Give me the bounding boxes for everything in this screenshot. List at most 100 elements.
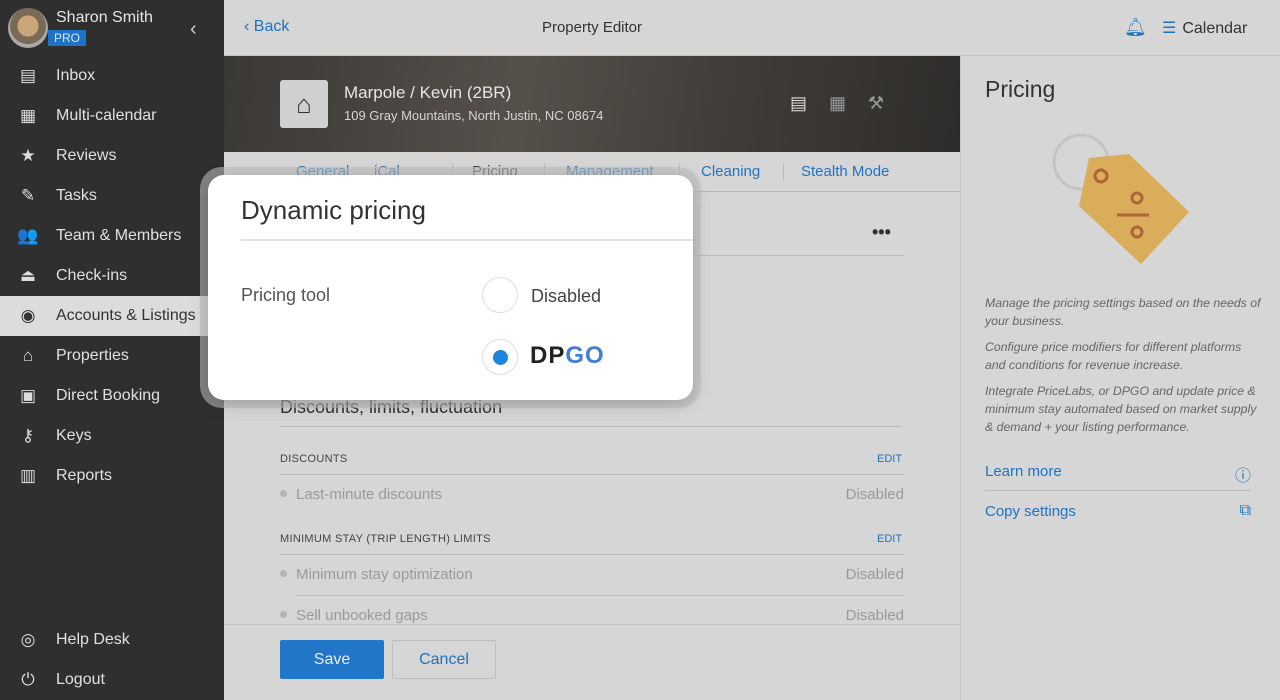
panel-description: Manage the pricing settings based on the… bbox=[985, 296, 1261, 328]
sidebar-item-label: Keys bbox=[56, 427, 92, 444]
discounts-edit-link[interactable]: EDIT bbox=[877, 453, 902, 465]
sidebar-item[interactable]: 👥 Team & Members bbox=[0, 216, 208, 256]
listing-header: ⌂ Marpole / Kevin (2BR) 109 Gray Mountai… bbox=[224, 56, 960, 152]
sidebar-item-label: Help Desk bbox=[56, 631, 130, 648]
setting-value: Disabled bbox=[845, 486, 904, 503]
discounts-caption: DISCOUNTS bbox=[280, 453, 348, 465]
more-options-icon[interactable]: ••• bbox=[872, 222, 891, 243]
option-disabled-label[interactable]: Disabled bbox=[531, 286, 601, 307]
sidebar-item[interactable]: ⚷ Keys bbox=[0, 416, 208, 456]
pricing-tool-label: Pricing tool bbox=[241, 285, 331, 305]
calendar-label: Calendar bbox=[1182, 20, 1248, 37]
bell-desk-icon: ⏏ bbox=[19, 266, 37, 285]
sidebar-item-label: Direct Booking bbox=[56, 387, 161, 404]
notes-icon[interactable]: ▤ bbox=[790, 93, 807, 114]
account-icon: ◉ bbox=[20, 306, 36, 325]
price-tag-icon bbox=[1052, 133, 1189, 264]
radio-disabled[interactable] bbox=[482, 277, 518, 313]
sidebar-item-label: Reports bbox=[56, 467, 113, 484]
footer: Save Cancel bbox=[224, 624, 960, 700]
sidebar-item[interactable]: ★ Reviews bbox=[0, 136, 208, 176]
sidebar-item-label: Team & Members bbox=[56, 227, 182, 244]
calendar-icon: ▦ bbox=[19, 106, 37, 125]
copy-icon: ⧉ bbox=[1239, 502, 1251, 519]
divider bbox=[241, 239, 693, 241]
sidebar-item[interactable]: ◉ Accounts & Listings bbox=[0, 296, 208, 336]
sidebar-item-label: Logout bbox=[56, 671, 105, 688]
divider bbox=[280, 554, 904, 555]
setting-value: Disabled bbox=[845, 566, 904, 583]
dynamic-pricing-popup: Dynamic pricing Pricing tool Disabled DP… bbox=[208, 175, 693, 400]
power-icon: ⏻ bbox=[21, 670, 35, 689]
help-icon: ⓘ bbox=[1234, 468, 1251, 485]
dpgo-logo[interactable]: DPGO bbox=[530, 342, 605, 370]
panel-description: Integrate PriceLabs, or DPGO and update … bbox=[985, 384, 1257, 434]
setting-row: Sell unbooked gaps Disabled bbox=[280, 607, 904, 624]
collapse-sidebar-icon[interactable]: ‹ bbox=[190, 18, 197, 41]
sidebar-item[interactable]: ⏏ Check-ins bbox=[0, 256, 208, 296]
home-icon: ⌂ bbox=[22, 346, 34, 365]
tab[interactable]: Stealth Mode bbox=[801, 163, 889, 180]
panel-title: Pricing bbox=[985, 76, 1056, 102]
home-icon: ⌂ bbox=[280, 80, 328, 128]
sidebar-item-label: Check-ins bbox=[56, 267, 128, 284]
sidebar-item-label: Multi-calendar bbox=[56, 107, 157, 124]
sidebar-item[interactable]: ▣ Direct Booking bbox=[0, 376, 208, 416]
sidebar: Sharon Smith PRO ‹ ▤ Inbox ▦ Multi-calendar… bbox=[0, 0, 224, 700]
min-stay-caption: MINIMUM STAY (TRIP LENGTH) LIMITS bbox=[280, 533, 491, 545]
divider bbox=[985, 490, 1251, 491]
star-icon: ★ bbox=[20, 146, 36, 165]
calendar-search-icon: ☰ bbox=[1162, 20, 1177, 37]
sidebar-item[interactable]: ◎ Help Desk bbox=[0, 620, 208, 660]
calendar-icon[interactable]: ▦ bbox=[829, 93, 846, 114]
paint-roller-icon[interactable]: ⚒ bbox=[868, 93, 884, 114]
learn-more-label: Learn more bbox=[985, 463, 1062, 480]
sidebar-item-label: Inbox bbox=[56, 67, 96, 84]
sidebar-item-label: Properties bbox=[56, 347, 129, 364]
save-button[interactable]: Save bbox=[280, 640, 384, 679]
user-name: Sharon Smith bbox=[56, 9, 153, 26]
cancel-button[interactable]: Cancel bbox=[392, 640, 496, 679]
setting-row: Last-minute discounts Disabled bbox=[280, 486, 904, 503]
setting-label: Minimum stay optimization bbox=[296, 566, 473, 583]
pro-badge: PRO bbox=[48, 30, 87, 46]
sidebar-item-label: Accounts & Listings bbox=[56, 307, 196, 324]
listing-address: 109 Gray Mountains, North Justin, NC 086… bbox=[344, 108, 604, 123]
reports-icon: ▥ bbox=[19, 466, 37, 485]
user-profile[interactable]: Sharon Smith PRO bbox=[8, 8, 153, 48]
bell-icon[interactable]: 🔔︎ bbox=[1124, 17, 1147, 38]
code-window-icon: ▣ bbox=[19, 386, 37, 405]
popup-title: Dynamic pricing bbox=[241, 195, 426, 225]
bullet-icon bbox=[280, 611, 287, 618]
copy-settings-link[interactable]: Copy settings ⧉ bbox=[985, 502, 1251, 520]
tasks-icon: ✎ bbox=[20, 186, 36, 205]
avatar bbox=[8, 8, 48, 48]
key-icon: ⚷ bbox=[21, 426, 35, 445]
setting-row: Minimum stay optimization Disabled bbox=[280, 566, 904, 583]
sidebar-item[interactable]: ⏻ Logout bbox=[0, 660, 208, 700]
tab-separator bbox=[783, 163, 784, 181]
divider bbox=[280, 426, 902, 427]
lifebuoy-icon: ◎ bbox=[20, 630, 36, 649]
learn-more-link[interactable]: Learn more ⓘ bbox=[985, 463, 1251, 485]
copy-settings-label: Copy settings bbox=[985, 503, 1076, 520]
calendar-button[interactable]: ☰ Calendar bbox=[1162, 18, 1247, 38]
divider bbox=[296, 595, 904, 596]
listing-name: Marpole / Kevin (2BR) bbox=[344, 83, 512, 102]
radio-dpgo[interactable] bbox=[482, 339, 518, 375]
setting-label: Sell unbooked gaps bbox=[296, 607, 428, 624]
min-stay-edit-link[interactable]: EDIT bbox=[877, 533, 902, 545]
divider bbox=[280, 474, 904, 475]
page-title: Property Editor bbox=[541, 19, 643, 36]
setting-label: Last-minute discounts bbox=[296, 486, 442, 503]
sidebar-item[interactable]: ✎ Tasks bbox=[0, 176, 208, 216]
sidebar-item[interactable]: ⌂ Properties bbox=[0, 336, 208, 376]
setting-value: Disabled bbox=[845, 607, 904, 624]
sidebar-item-label: Reviews bbox=[56, 147, 117, 164]
tab[interactable]: Cleaning bbox=[701, 163, 760, 180]
bullet-icon bbox=[280, 570, 287, 577]
top-bar: ‹ Back Property Editor 🔔︎ ☰ Calendar bbox=[224, 0, 1280, 56]
sidebar-item[interactable]: ▥ Reports bbox=[0, 456, 208, 496]
sidebar-item[interactable]: ▦ Multi-calendar bbox=[0, 96, 208, 136]
sidebar-item[interactable]: ▤ Inbox bbox=[0, 56, 208, 96]
